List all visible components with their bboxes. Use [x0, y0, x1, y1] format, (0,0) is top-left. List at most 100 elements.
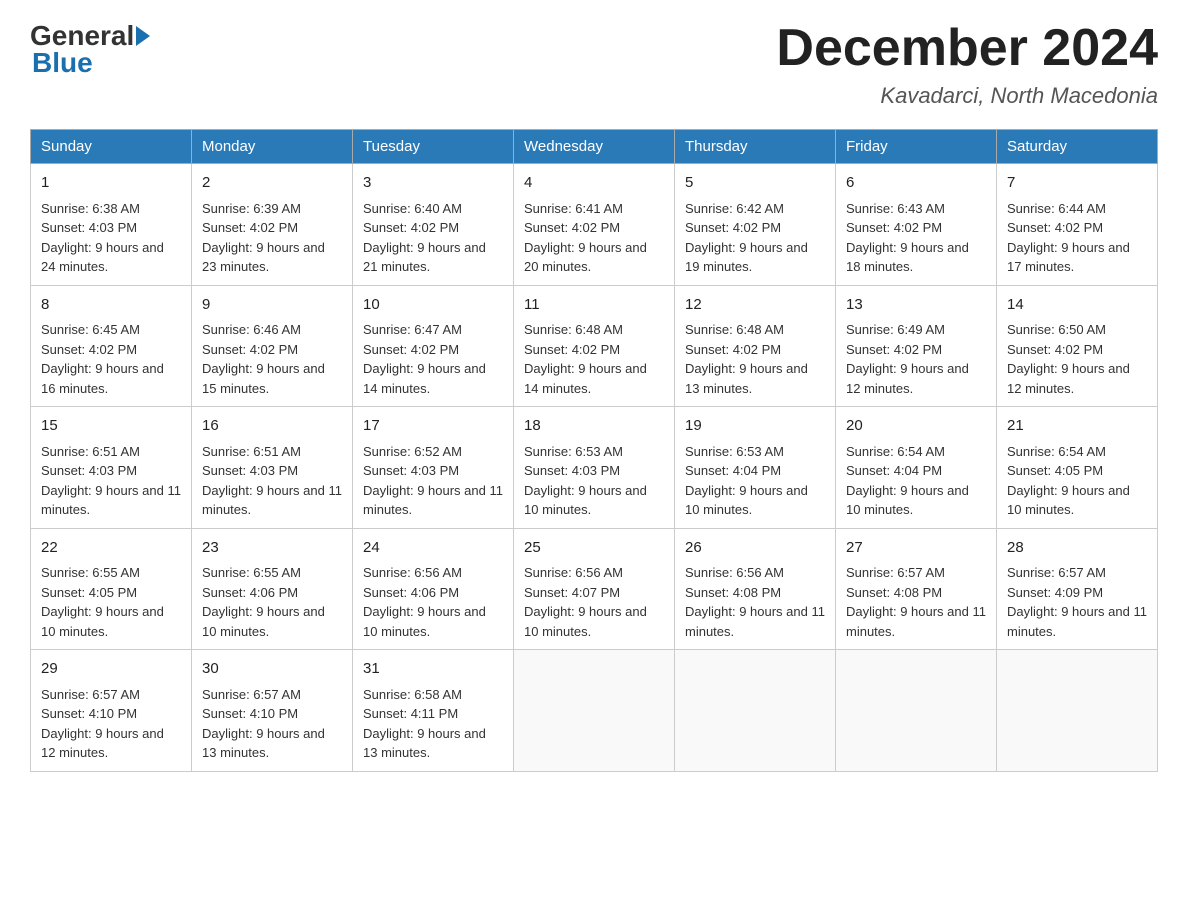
calendar-day-cell: 25 Sunrise: 6:56 AMSunset: 4:07 PMDaylig…	[514, 528, 675, 650]
day-info: Sunrise: 6:56 AMSunset: 4:07 PMDaylight:…	[524, 565, 647, 639]
calendar-day-cell: 20 Sunrise: 6:54 AMSunset: 4:04 PMDaylig…	[836, 407, 997, 529]
day-info: Sunrise: 6:39 AMSunset: 4:02 PMDaylight:…	[202, 201, 325, 275]
calendar-day-cell: 5 Sunrise: 6:42 AMSunset: 4:02 PMDayligh…	[675, 164, 836, 286]
calendar-header-row: SundayMondayTuesdayWednesdayThursdayFrid…	[31, 130, 1158, 164]
calendar-day-cell: 11 Sunrise: 6:48 AMSunset: 4:02 PMDaylig…	[514, 285, 675, 407]
day-number: 8	[41, 294, 181, 317]
day-number: 21	[1007, 415, 1147, 438]
calendar-day-cell: 10 Sunrise: 6:47 AMSunset: 4:02 PMDaylig…	[353, 285, 514, 407]
calendar-day-header: Saturday	[997, 130, 1158, 164]
title-section: December 2024 Kavadarci, North Macedonia	[776, 20, 1158, 109]
calendar-day-cell: 27 Sunrise: 6:57 AMSunset: 4:08 PMDaylig…	[836, 528, 997, 650]
day-info: Sunrise: 6:48 AMSunset: 4:02 PMDaylight:…	[524, 322, 647, 396]
day-info: Sunrise: 6:42 AMSunset: 4:02 PMDaylight:…	[685, 201, 808, 275]
day-number: 20	[846, 415, 986, 438]
day-info: Sunrise: 6:52 AMSunset: 4:03 PMDaylight:…	[363, 444, 503, 518]
calendar-day-cell: 31 Sunrise: 6:58 AMSunset: 4:11 PMDaylig…	[353, 650, 514, 772]
day-info: Sunrise: 6:50 AMSunset: 4:02 PMDaylight:…	[1007, 322, 1130, 396]
calendar-week-row: 22 Sunrise: 6:55 AMSunset: 4:05 PMDaylig…	[31, 528, 1158, 650]
calendar-day-cell: 17 Sunrise: 6:52 AMSunset: 4:03 PMDaylig…	[353, 407, 514, 529]
day-number: 4	[524, 172, 664, 195]
calendar-day-cell: 4 Sunrise: 6:41 AMSunset: 4:02 PMDayligh…	[514, 164, 675, 286]
calendar-day-cell: 23 Sunrise: 6:55 AMSunset: 4:06 PMDaylig…	[192, 528, 353, 650]
calendar-day-cell: 16 Sunrise: 6:51 AMSunset: 4:03 PMDaylig…	[192, 407, 353, 529]
day-number: 3	[363, 172, 503, 195]
day-number: 6	[846, 172, 986, 195]
calendar-day-header: Tuesday	[353, 130, 514, 164]
day-number: 14	[1007, 294, 1147, 317]
calendar-day-cell	[997, 650, 1158, 772]
day-number: 1	[41, 172, 181, 195]
day-info: Sunrise: 6:57 AMSunset: 4:08 PMDaylight:…	[846, 565, 986, 639]
day-number: 29	[41, 658, 181, 681]
calendar-day-cell: 28 Sunrise: 6:57 AMSunset: 4:09 PMDaylig…	[997, 528, 1158, 650]
day-number: 26	[685, 537, 825, 560]
month-title: December 2024	[776, 20, 1158, 77]
day-info: Sunrise: 6:53 AMSunset: 4:04 PMDaylight:…	[685, 444, 808, 518]
day-number: 11	[524, 294, 664, 317]
day-info: Sunrise: 6:57 AMSunset: 4:09 PMDaylight:…	[1007, 565, 1147, 639]
calendar-day-header: Monday	[192, 130, 353, 164]
day-info: Sunrise: 6:56 AMSunset: 4:06 PMDaylight:…	[363, 565, 486, 639]
calendar-day-header: Wednesday	[514, 130, 675, 164]
day-info: Sunrise: 6:51 AMSunset: 4:03 PMDaylight:…	[41, 444, 181, 518]
calendar-week-row: 8 Sunrise: 6:45 AMSunset: 4:02 PMDayligh…	[31, 285, 1158, 407]
calendar-week-row: 15 Sunrise: 6:51 AMSunset: 4:03 PMDaylig…	[31, 407, 1158, 529]
day-info: Sunrise: 6:54 AMSunset: 4:05 PMDaylight:…	[1007, 444, 1130, 518]
calendar-day-header: Sunday	[31, 130, 192, 164]
page-header: General Blue December 2024 Kavadarci, No…	[30, 20, 1158, 109]
calendar-day-cell: 14 Sunrise: 6:50 AMSunset: 4:02 PMDaylig…	[997, 285, 1158, 407]
day-info: Sunrise: 6:49 AMSunset: 4:02 PMDaylight:…	[846, 322, 969, 396]
calendar-day-cell	[514, 650, 675, 772]
calendar-day-cell: 24 Sunrise: 6:56 AMSunset: 4:06 PMDaylig…	[353, 528, 514, 650]
calendar-day-cell: 29 Sunrise: 6:57 AMSunset: 4:10 PMDaylig…	[31, 650, 192, 772]
day-info: Sunrise: 6:41 AMSunset: 4:02 PMDaylight:…	[524, 201, 647, 275]
day-info: Sunrise: 6:51 AMSunset: 4:03 PMDaylight:…	[202, 444, 342, 518]
day-number: 22	[41, 537, 181, 560]
calendar-day-cell: 12 Sunrise: 6:48 AMSunset: 4:02 PMDaylig…	[675, 285, 836, 407]
day-number: 2	[202, 172, 342, 195]
day-number: 30	[202, 658, 342, 681]
day-number: 16	[202, 415, 342, 438]
day-number: 24	[363, 537, 503, 560]
calendar-table: SundayMondayTuesdayWednesdayThursdayFrid…	[30, 129, 1158, 772]
calendar-day-cell: 3 Sunrise: 6:40 AMSunset: 4:02 PMDayligh…	[353, 164, 514, 286]
day-info: Sunrise: 6:58 AMSunset: 4:11 PMDaylight:…	[363, 687, 486, 761]
location-label: Kavadarci, North Macedonia	[776, 83, 1158, 109]
calendar-day-header: Thursday	[675, 130, 836, 164]
day-info: Sunrise: 6:47 AMSunset: 4:02 PMDaylight:…	[363, 322, 486, 396]
day-info: Sunrise: 6:43 AMSunset: 4:02 PMDaylight:…	[846, 201, 969, 275]
day-info: Sunrise: 6:44 AMSunset: 4:02 PMDaylight:…	[1007, 201, 1130, 275]
calendar-day-cell: 15 Sunrise: 6:51 AMSunset: 4:03 PMDaylig…	[31, 407, 192, 529]
day-number: 25	[524, 537, 664, 560]
day-number: 15	[41, 415, 181, 438]
logo: General Blue	[30, 20, 154, 79]
day-number: 31	[363, 658, 503, 681]
calendar-day-cell: 30 Sunrise: 6:57 AMSunset: 4:10 PMDaylig…	[192, 650, 353, 772]
day-number: 9	[202, 294, 342, 317]
day-info: Sunrise: 6:48 AMSunset: 4:02 PMDaylight:…	[685, 322, 808, 396]
calendar-day-cell: 22 Sunrise: 6:55 AMSunset: 4:05 PMDaylig…	[31, 528, 192, 650]
day-number: 27	[846, 537, 986, 560]
day-info: Sunrise: 6:57 AMSunset: 4:10 PMDaylight:…	[202, 687, 325, 761]
day-number: 28	[1007, 537, 1147, 560]
day-info: Sunrise: 6:57 AMSunset: 4:10 PMDaylight:…	[41, 687, 164, 761]
day-info: Sunrise: 6:53 AMSunset: 4:03 PMDaylight:…	[524, 444, 647, 518]
calendar-week-row: 1 Sunrise: 6:38 AMSunset: 4:03 PMDayligh…	[31, 164, 1158, 286]
day-info: Sunrise: 6:40 AMSunset: 4:02 PMDaylight:…	[363, 201, 486, 275]
calendar-day-cell: 26 Sunrise: 6:56 AMSunset: 4:08 PMDaylig…	[675, 528, 836, 650]
calendar-day-cell	[836, 650, 997, 772]
day-number: 7	[1007, 172, 1147, 195]
day-info: Sunrise: 6:46 AMSunset: 4:02 PMDaylight:…	[202, 322, 325, 396]
calendar-day-cell: 9 Sunrise: 6:46 AMSunset: 4:02 PMDayligh…	[192, 285, 353, 407]
calendar-day-header: Friday	[836, 130, 997, 164]
day-info: Sunrise: 6:55 AMSunset: 4:06 PMDaylight:…	[202, 565, 325, 639]
calendar-day-cell: 6 Sunrise: 6:43 AMSunset: 4:02 PMDayligh…	[836, 164, 997, 286]
calendar-day-cell: 2 Sunrise: 6:39 AMSunset: 4:02 PMDayligh…	[192, 164, 353, 286]
day-number: 5	[685, 172, 825, 195]
day-number: 18	[524, 415, 664, 438]
calendar-day-cell: 21 Sunrise: 6:54 AMSunset: 4:05 PMDaylig…	[997, 407, 1158, 529]
day-number: 13	[846, 294, 986, 317]
day-number: 19	[685, 415, 825, 438]
calendar-day-cell: 19 Sunrise: 6:53 AMSunset: 4:04 PMDaylig…	[675, 407, 836, 529]
